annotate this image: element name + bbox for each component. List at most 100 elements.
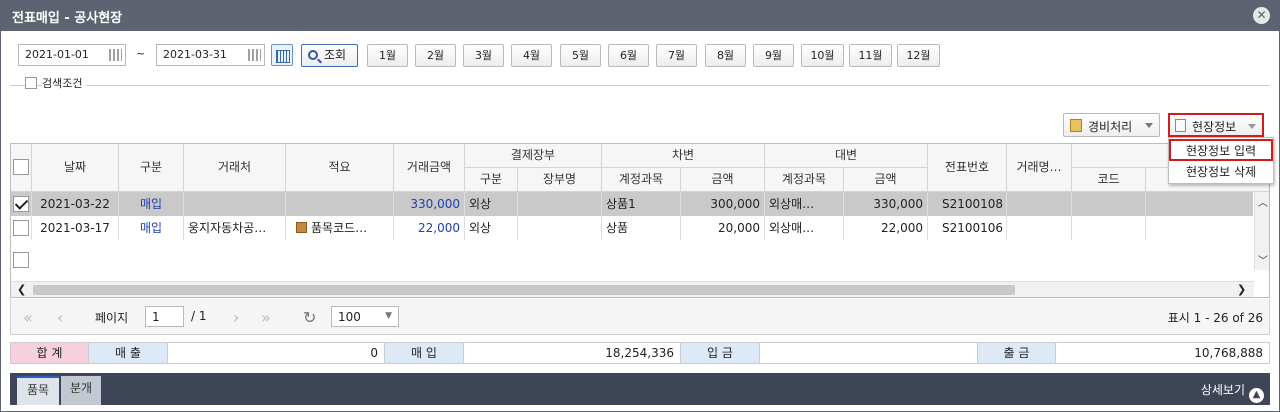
scroll-right-icon[interactable]: ❯ [1237, 283, 1246, 296]
cell-date: 2021-03-22 [32, 192, 119, 216]
horizontal-scrollbar[interactable]: ❮ ❯ [11, 281, 1254, 297]
month-button-9[interactable]: 9월 [753, 44, 794, 67]
row-checkbox-cell[interactable] [11, 216, 32, 240]
vertical-scrollbar[interactable]: ︿ ﹀ [1254, 192, 1269, 270]
month-button-2[interactable]: 2월 [415, 44, 456, 67]
header-trade-name[interactable]: 거래명… [1007, 144, 1072, 192]
header-voucher-no[interactable]: 전표번호 [928, 144, 1007, 192]
purchase-value: 18,254,336 [464, 343, 681, 363]
tab-split[interactable]: 분개 [61, 376, 101, 405]
totals-bar: 합 계 매 출 0 매 입 18,254,336 입 금 출 금 10,768,… [10, 342, 1270, 364]
prev-page-icon[interactable]: ‹ [57, 308, 63, 327]
month-button-5[interactable]: 5월 [560, 44, 601, 67]
detail-bar: 품목 분개 상세보기 ▲ [10, 373, 1270, 405]
cell-amount[interactable]: 330,000 [394, 192, 465, 216]
scroll-down-icon[interactable]: ﹀ [1258, 252, 1268, 267]
cell-trade-name [1007, 192, 1072, 216]
cell-credit-amount: 330,000 [844, 192, 928, 216]
close-icon[interactable]: ✕ [1253, 7, 1270, 24]
record-summary: 표시 1 - 26 of 26 [1167, 311, 1263, 325]
header-select-all[interactable] [11, 144, 32, 192]
header-type[interactable]: 구분 [119, 144, 184, 192]
page-input[interactable]: 1 [145, 306, 184, 327]
menu-item-site-info-delete[interactable]: 현장정보 삭제 [1169, 162, 1273, 184]
scroll-up-icon[interactable]: ︿ [1258, 194, 1268, 209]
table-row[interactable]: 2021-03-17 매입 웅지자동차공… 품목코드… 22,000 외상 상품… [11, 216, 1253, 240]
site-info-button[interactable]: 현장정보 [1168, 113, 1264, 137]
first-page-icon[interactable]: « [23, 308, 33, 327]
cell-summary [286, 192, 394, 216]
header-summary[interactable]: 적요 [286, 144, 394, 192]
cell-credit-amount: 22,000 [844, 216, 928, 240]
calendar-icon[interactable] [109, 49, 122, 61]
row-checkbox[interactable] [13, 220, 29, 236]
month-button-12[interactable]: 12월 [897, 44, 940, 67]
header-date[interactable]: 날짜 [32, 144, 119, 192]
purchase-label: 매 입 [385, 343, 464, 363]
scroll-left-icon[interactable]: ❮ [17, 283, 26, 296]
title-bar: 전표매입 - 공사현장 ✕ [0, 0, 1280, 31]
cell-type[interactable]: 매입 [119, 216, 184, 240]
search-icon [308, 50, 318, 60]
month-button-7[interactable]: 7월 [656, 44, 697, 67]
page-size-select[interactable]: 100 ▼ [331, 306, 399, 327]
month-button-6[interactable]: 6월 [608, 44, 649, 67]
header-site-code[interactable]: 코드 [1072, 168, 1146, 192]
row-checkbox-cell[interactable] [11, 192, 32, 216]
cell-partner: 웅지자동차공… [184, 216, 286, 240]
cell-partner [184, 192, 286, 216]
scroll-thumb[interactable] [33, 285, 1015, 295]
chevron-up-icon[interactable]: ▲ [1249, 388, 1264, 403]
cell-credit-account: 외상매… [765, 216, 844, 240]
cell-credit-account: 외상매… [765, 192, 844, 216]
cell-summary-text: 품목코드… [311, 221, 368, 235]
date-from-input[interactable]: 2021-01-01 [18, 44, 126, 66]
month-button-11[interactable]: 11월 [849, 44, 892, 67]
search-condition-checkbox[interactable] [25, 77, 37, 89]
expense-button[interactable]: 경비처리 [1063, 113, 1160, 137]
date-to-input[interactable]: 2021-03-31 [156, 44, 265, 66]
page-total: / 1 [191, 309, 207, 323]
menu-item-site-info-input[interactable]: 현장정보 입력 [1169, 139, 1273, 161]
cell-amount[interactable]: 22,000 [394, 216, 465, 240]
cell-voucher-no: S2100106 [928, 216, 1007, 240]
tab-items[interactable]: 품목 [17, 376, 59, 405]
header-amount[interactable]: 거래금액 [394, 144, 465, 192]
site-info-label: 현장정보 [1192, 120, 1237, 134]
cell-debit-account: 상품 [602, 216, 681, 240]
header-partner[interactable]: 거래처 [184, 144, 286, 192]
header-debit-group: 차변 [602, 144, 765, 168]
cell-voucher-no: S2100108 [928, 192, 1007, 216]
month-button-4[interactable]: 4월 [511, 44, 552, 67]
page-label: 페이지 [95, 311, 129, 325]
table-row[interactable]: 2021-03-22 매입 330,000 외상 상품1 300,000 외상매… [11, 192, 1253, 216]
calendar-button[interactable] [271, 44, 293, 66]
month-button-8[interactable]: 8월 [705, 44, 746, 67]
search-button[interactable]: 조회 [301, 44, 358, 67]
row-checkbox[interactable] [13, 196, 29, 212]
cell-pay-type: 외상 [465, 216, 518, 240]
next-page-icon[interactable]: › [233, 308, 239, 327]
month-button-1[interactable]: 1월 [367, 44, 408, 67]
last-page-icon[interactable]: » [261, 308, 271, 327]
month-button-10[interactable]: 10월 [801, 44, 844, 67]
cell-debit-amount: 20,000 [681, 216, 765, 240]
month-button-3[interactable]: 3월 [463, 44, 504, 67]
calendar-icon[interactable] [248, 49, 261, 61]
detail-toggle[interactable]: 상세보기 ▲ [1201, 381, 1264, 403]
header-debit-amount[interactable]: 금액 [681, 168, 765, 192]
header-debit-account[interactable]: 계정과목 [602, 168, 681, 192]
cell-site-name [1146, 192, 1253, 216]
row-checkbox[interactable] [13, 252, 29, 268]
cell-debit-amount: 300,000 [681, 192, 765, 216]
cell-summary: 품목코드… [286, 216, 394, 240]
cell-date: 2021-03-17 [32, 216, 119, 240]
cell-type[interactable]: 매입 [119, 192, 184, 216]
header-pay-type[interactable]: 구분 [465, 168, 518, 192]
header-pay-ledger[interactable]: 장부명 [518, 168, 602, 192]
refresh-icon[interactable]: ↻ [303, 308, 316, 327]
header-credit-account[interactable]: 계정과목 [765, 168, 844, 192]
select-all-checkbox[interactable] [13, 159, 29, 175]
cell-site-code [1072, 216, 1146, 240]
header-credit-amount[interactable]: 금액 [844, 168, 928, 192]
